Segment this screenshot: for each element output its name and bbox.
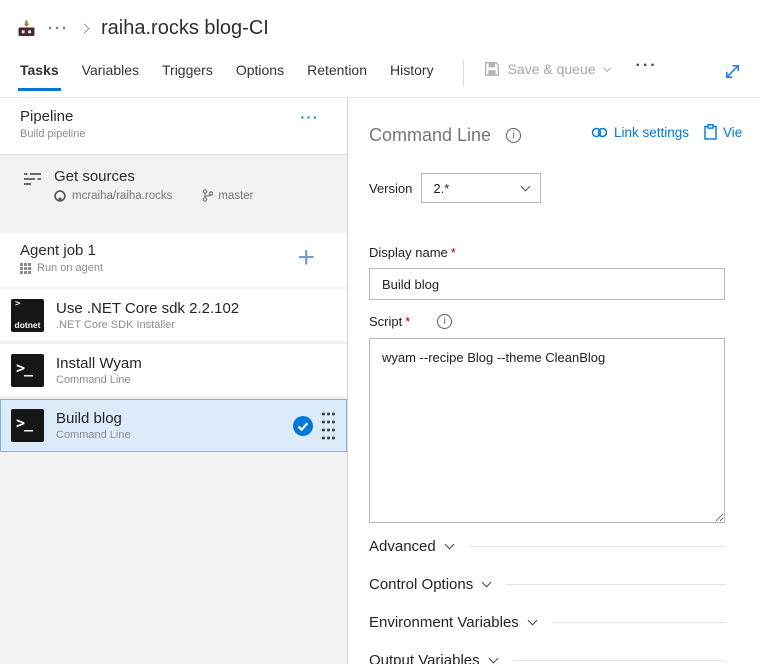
task-drag-handle[interactable] bbox=[321, 409, 336, 443]
version-label: Version bbox=[369, 180, 413, 196]
github-icon bbox=[54, 189, 66, 202]
pipeline-title: Pipeline bbox=[20, 108, 74, 125]
view-yaml-button[interactable]: Vie bbox=[704, 124, 742, 140]
task-type-header: Command Line bbox=[369, 124, 492, 145]
task-title: Install Wyam bbox=[56, 354, 142, 372]
get-sources-node[interactable]: Get sources mcraiha/raiha.rocks master bbox=[0, 155, 347, 221]
section-divider bbox=[506, 583, 726, 585]
pipeline-node[interactable]: Pipeline Build pipeline ··· bbox=[0, 98, 347, 155]
pipeline-tree-panel: Pipeline Build pipeline ··· Get sources bbox=[0, 98, 348, 664]
fullscreen-button[interactable] bbox=[723, 62, 742, 81]
chevron-down-icon bbox=[488, 653, 499, 663]
terminal-icon: >_ bbox=[11, 353, 44, 387]
required-marker: * bbox=[405, 314, 411, 329]
panel-gap bbox=[0, 221, 347, 233]
tab-tasks[interactable]: Tasks bbox=[18, 56, 61, 91]
task-title: Build blog bbox=[56, 410, 122, 427]
link-icon bbox=[591, 127, 608, 137]
main-split: Pipeline Build pipeline ··· Get sources bbox=[0, 98, 760, 664]
chevron-down-icon bbox=[520, 181, 531, 192]
agent-job-title: Agent job 1 bbox=[20, 242, 96, 259]
branch-name: master bbox=[218, 189, 254, 202]
version-dropdown[interactable]: 2.* bbox=[421, 173, 542, 203]
chevron-down-icon bbox=[444, 539, 455, 549]
required-marker: * bbox=[450, 245, 456, 260]
terminal-icon: >_ bbox=[11, 409, 44, 442]
version-value: 2.* bbox=[433, 180, 450, 196]
tab-retention[interactable]: Retention bbox=[305, 56, 369, 91]
task-subtitle: Command Line bbox=[56, 373, 131, 386]
add-task-button[interactable]: + bbox=[297, 243, 315, 273]
agent-job-subtitle: Run on agent bbox=[37, 262, 104, 274]
agent-grid-icon bbox=[20, 262, 31, 274]
agent-job-node[interactable]: Agent job 1 Run on agent + bbox=[0, 233, 347, 287]
display-name-input[interactable] bbox=[369, 268, 725, 300]
task-detail-panel: Command Line i Link settings Vie Version… bbox=[348, 98, 760, 664]
pipeline-subtitle: Build pipeline bbox=[20, 128, 86, 140]
section-divider bbox=[468, 545, 726, 547]
pipeline-editor-window: ··· raiha.rocks blog-CI Tasks Variables … bbox=[0, 0, 760, 664]
sources-list-icon bbox=[24, 172, 42, 221]
task-row-dotnet-sdk[interactable]: > dotnet Use .NET Core sdk 2.2.102 .NET … bbox=[0, 289, 347, 341]
section-divider bbox=[551, 621, 726, 623]
save-and-queue-button[interactable]: Save & queue bbox=[484, 61, 611, 77]
link-settings-button[interactable]: Link settings bbox=[591, 125, 689, 140]
task-row-build-blog[interactable]: >_ Build blog Command Line bbox=[0, 399, 347, 452]
page-title: raiha.rocks blog-CI bbox=[101, 16, 269, 39]
task-row-install-wyam[interactable]: >_ Install Wyam Command Line bbox=[0, 344, 347, 396]
script-input[interactable]: wyam --recipe Blog --theme CleanBlog bbox=[369, 338, 725, 523]
task-subtitle: .NET Core SDK Installer bbox=[56, 318, 176, 331]
command-bar: Tasks Variables Triggers Options Retenti… bbox=[0, 56, 760, 98]
section-control-options[interactable]: Control Options bbox=[369, 565, 760, 603]
display-name-label: Display name * bbox=[369, 245, 456, 260]
expand-diagonal-icon bbox=[726, 65, 739, 78]
save-queue-dropdown-chevron-icon[interactable] bbox=[602, 63, 611, 72]
get-sources-title: Get sources bbox=[54, 168, 135, 185]
clipboard-icon bbox=[704, 124, 717, 140]
section-environment-variables[interactable]: Environment Variables bbox=[369, 603, 760, 641]
pipeline-more-button[interactable]: ··· bbox=[301, 110, 320, 124]
task-subtitle: Command Line bbox=[56, 429, 131, 441]
script-info-icon[interactable]: i bbox=[437, 314, 453, 329]
more-actions-button[interactable]: ··· bbox=[636, 58, 658, 74]
chevron-down-icon bbox=[527, 615, 538, 625]
chevron-down-icon bbox=[481, 577, 492, 587]
script-label: Script * bbox=[369, 314, 411, 329]
breadcrumb: ··· raiha.rocks blog-CI bbox=[0, 0, 760, 56]
section-output-variables[interactable]: Output Variables bbox=[369, 641, 760, 664]
breadcrumb-chevron-icon bbox=[79, 23, 90, 33]
repository-name: mcraiha/raiha.rocks bbox=[72, 189, 173, 202]
tab-history[interactable]: History bbox=[388, 56, 436, 91]
section-advanced[interactable]: Advanced bbox=[369, 527, 760, 565]
toolbar-divider bbox=[462, 60, 464, 86]
dotnet-icon: > dotnet bbox=[11, 298, 44, 332]
tab-variables[interactable]: Variables bbox=[80, 56, 141, 91]
task-selected-check-icon[interactable] bbox=[293, 415, 313, 436]
tab-options[interactable]: Options bbox=[234, 56, 286, 91]
task-title: Use .NET Core sdk 2.2.102 bbox=[56, 299, 240, 317]
save-icon bbox=[484, 61, 500, 77]
tab-triggers[interactable]: Triggers bbox=[160, 56, 215, 91]
task-info-icon[interactable]: i bbox=[506, 127, 522, 143]
build-definition-icon bbox=[18, 20, 35, 37]
breadcrumb-more-button[interactable]: ··· bbox=[48, 21, 69, 36]
section-divider bbox=[512, 659, 726, 661]
branch-icon bbox=[202, 189, 214, 202]
